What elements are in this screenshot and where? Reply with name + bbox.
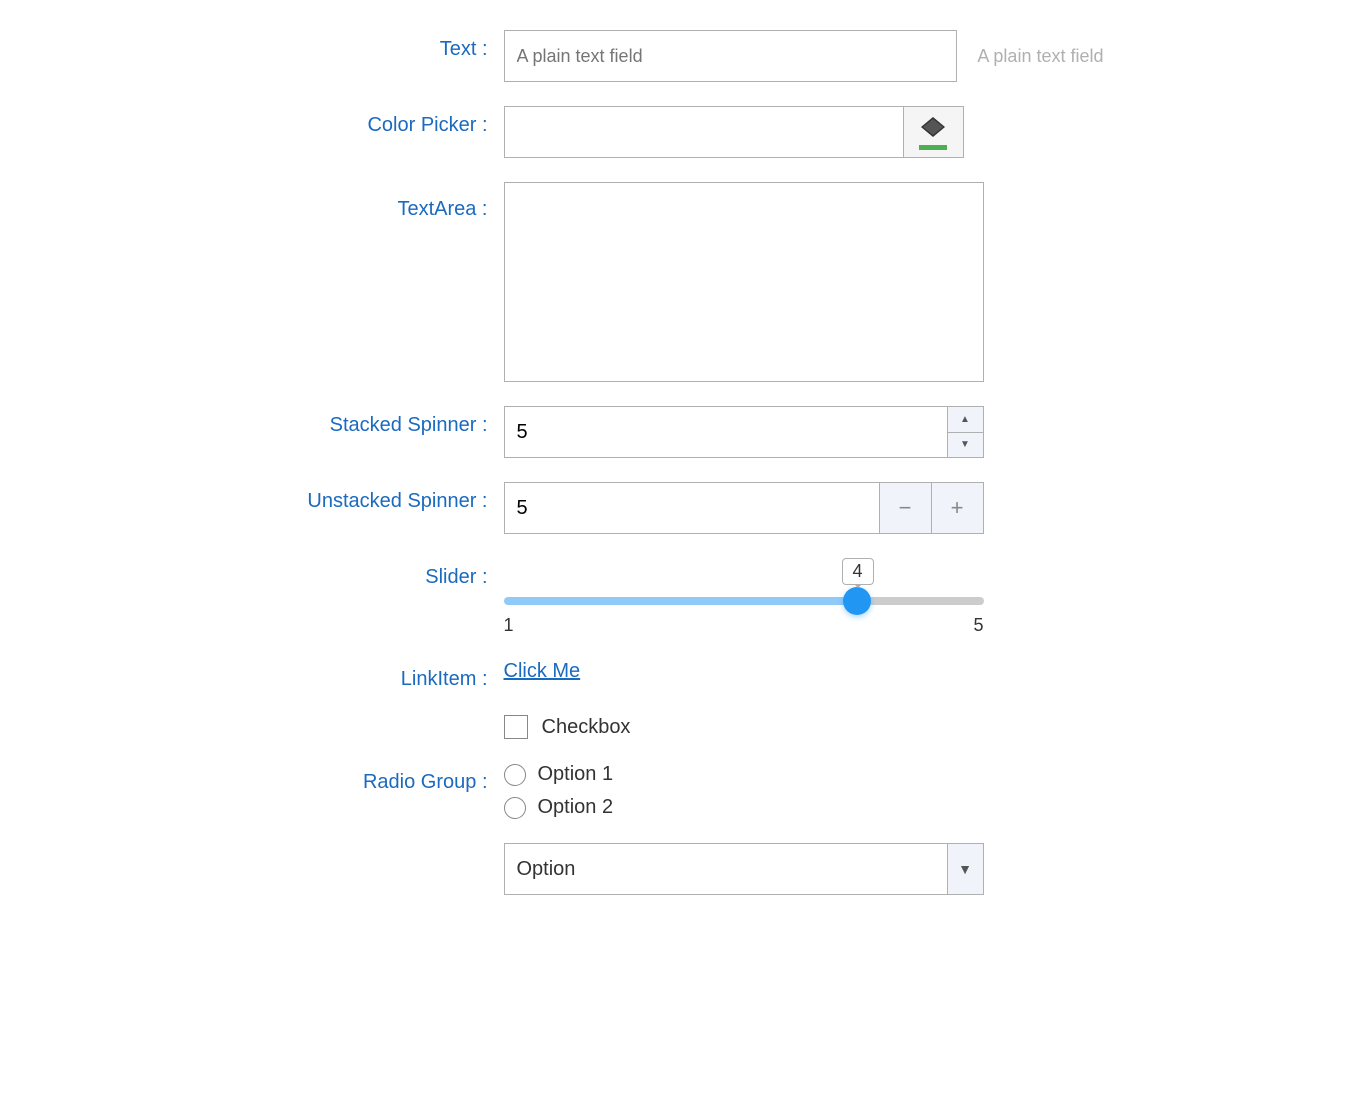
radio-input-2[interactable] [504,797,526,819]
slider-label: Slider : [164,558,504,589]
select-label-spacer: Option : [164,843,504,874]
radio-options: Option 1 Option 2 [504,763,614,819]
radio-input-1[interactable] [504,764,526,786]
checkbox-input[interactable] [504,715,528,739]
select-row: Option : Option ▼ [164,843,1184,895]
slider-max-label: 5 [973,615,983,636]
textarea-row: TextArea : [164,182,1184,382]
color-bar [919,145,947,150]
slider-range-labels: 1 5 [504,615,984,636]
slider-min-label: 1 [504,615,514,636]
color-picker-control-wrap [504,106,1104,158]
stacked-spinner-row: Stacked Spinner : ▲ ▼ [164,406,1184,458]
textarea-input[interactable] [504,182,984,382]
link-item-control-wrap: Click Me [504,660,1104,683]
select-wrap[interactable]: Option ▼ [504,843,984,895]
unstacked-spinner-input[interactable] [505,483,879,533]
stacked-spinner-control-wrap: ▲ ▼ [504,406,1104,458]
checkbox-label: Checkbox [542,716,631,739]
stacked-down-button[interactable]: ▼ [948,433,983,458]
slider-row: Slider : 4 1 5 [164,558,1184,636]
text-row: Text : A plain text field [164,30,1184,82]
unstacked-plus-button[interactable]: + [931,483,983,533]
text-control-wrap: A plain text field [504,30,1104,82]
radio-group-row: Radio Group : Option 1 Option 2 [164,763,1184,819]
slider-input[interactable] [504,597,984,605]
text-label: Text : [164,30,504,61]
radio-label-1: Option 1 [538,763,614,786]
stacked-spinner-wrap: ▲ ▼ [504,406,984,458]
link-item-label: LinkItem : [164,660,504,691]
color-picker-input[interactable] [504,106,904,158]
select-value: Option [505,850,947,889]
text-placeholder-hint: A plain text field [977,46,1103,67]
radio-group-label: Radio Group : [164,763,504,794]
diamond-svg [919,115,947,143]
link-item-row: LinkItem : Click Me [164,660,1184,691]
checkbox-wrap: Checkbox [504,715,631,739]
textarea-control-wrap [504,182,1104,382]
stacked-spinner-input[interactable] [505,407,947,457]
checkbox-row: Checkbox [164,715,1184,739]
slider-wrap: 4 1 5 [504,558,984,636]
stacked-up-button[interactable]: ▲ [948,407,983,433]
color-picker-label: Color Picker : [164,106,504,137]
color-picker-button[interactable] [904,106,964,158]
paint-bucket-icon [919,115,947,150]
slider-tooltip-wrap: 4 [504,558,984,585]
unstacked-spinner-row: Unstacked Spinner : − + [164,482,1184,534]
radio-option-1[interactable]: Option 1 [504,763,614,786]
radio-label-2: Option 2 [538,796,614,819]
radio-option-2[interactable]: Option 2 [504,796,614,819]
text-input[interactable] [504,30,958,82]
textarea-label: TextArea : [164,182,504,221]
unstacked-spinner-wrap: − + [504,482,984,534]
form-container: Text : A plain text field Color Picker : [124,0,1224,949]
link-item-link[interactable]: Click Me [504,660,581,683]
stacked-spinner-label: Stacked Spinner : [164,406,504,437]
unstacked-spinner-control-wrap: − + [504,482,1104,534]
select-control-wrap: Option ▼ [504,843,1104,895]
color-picker-row: Color Picker : [164,106,1184,158]
unstacked-spinner-label: Unstacked Spinner : [164,482,504,513]
unstacked-minus-button[interactable]: − [879,483,931,533]
select-arrow-icon: ▼ [947,844,983,894]
stacked-arrows: ▲ ▼ [947,407,983,457]
slider-tooltip: 4 [842,558,874,585]
